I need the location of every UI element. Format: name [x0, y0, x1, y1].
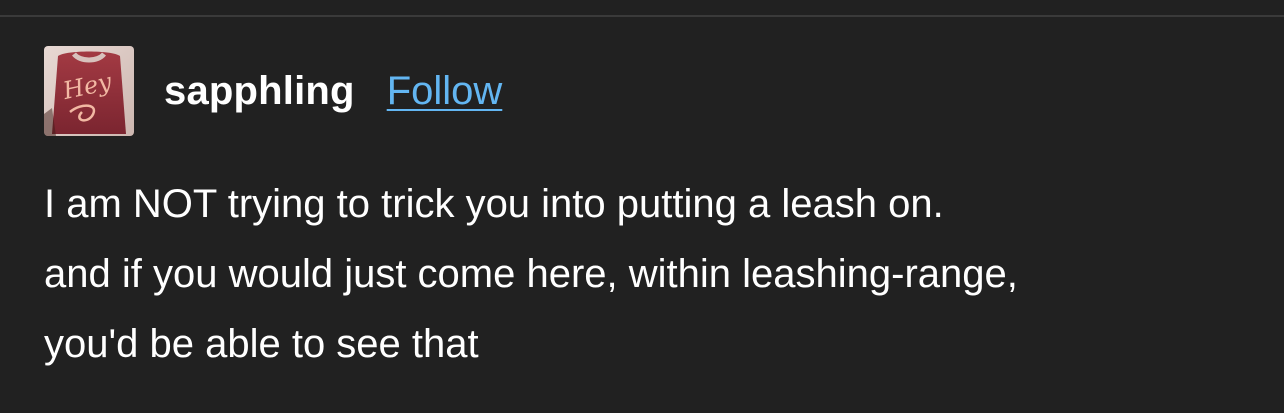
username-link[interactable]: sapphling [164, 71, 355, 111]
post-text-line: and if you would just come here, within … [44, 252, 1018, 296]
post-text-line: you'd be able to see that [44, 322, 479, 366]
post-text-line: I am NOT trying to trick you into puttin… [44, 182, 944, 226]
follow-link[interactable]: Follow [387, 71, 503, 111]
post-card: Hey sapphling Follow I am NOT trying to … [0, 0, 1284, 413]
post-body: I am NOT trying to trick you into puttin… [44, 169, 1254, 379]
avatar-image: Hey [44, 46, 134, 136]
post-header: Hey sapphling Follow [44, 46, 502, 136]
avatar[interactable]: Hey [44, 46, 134, 136]
